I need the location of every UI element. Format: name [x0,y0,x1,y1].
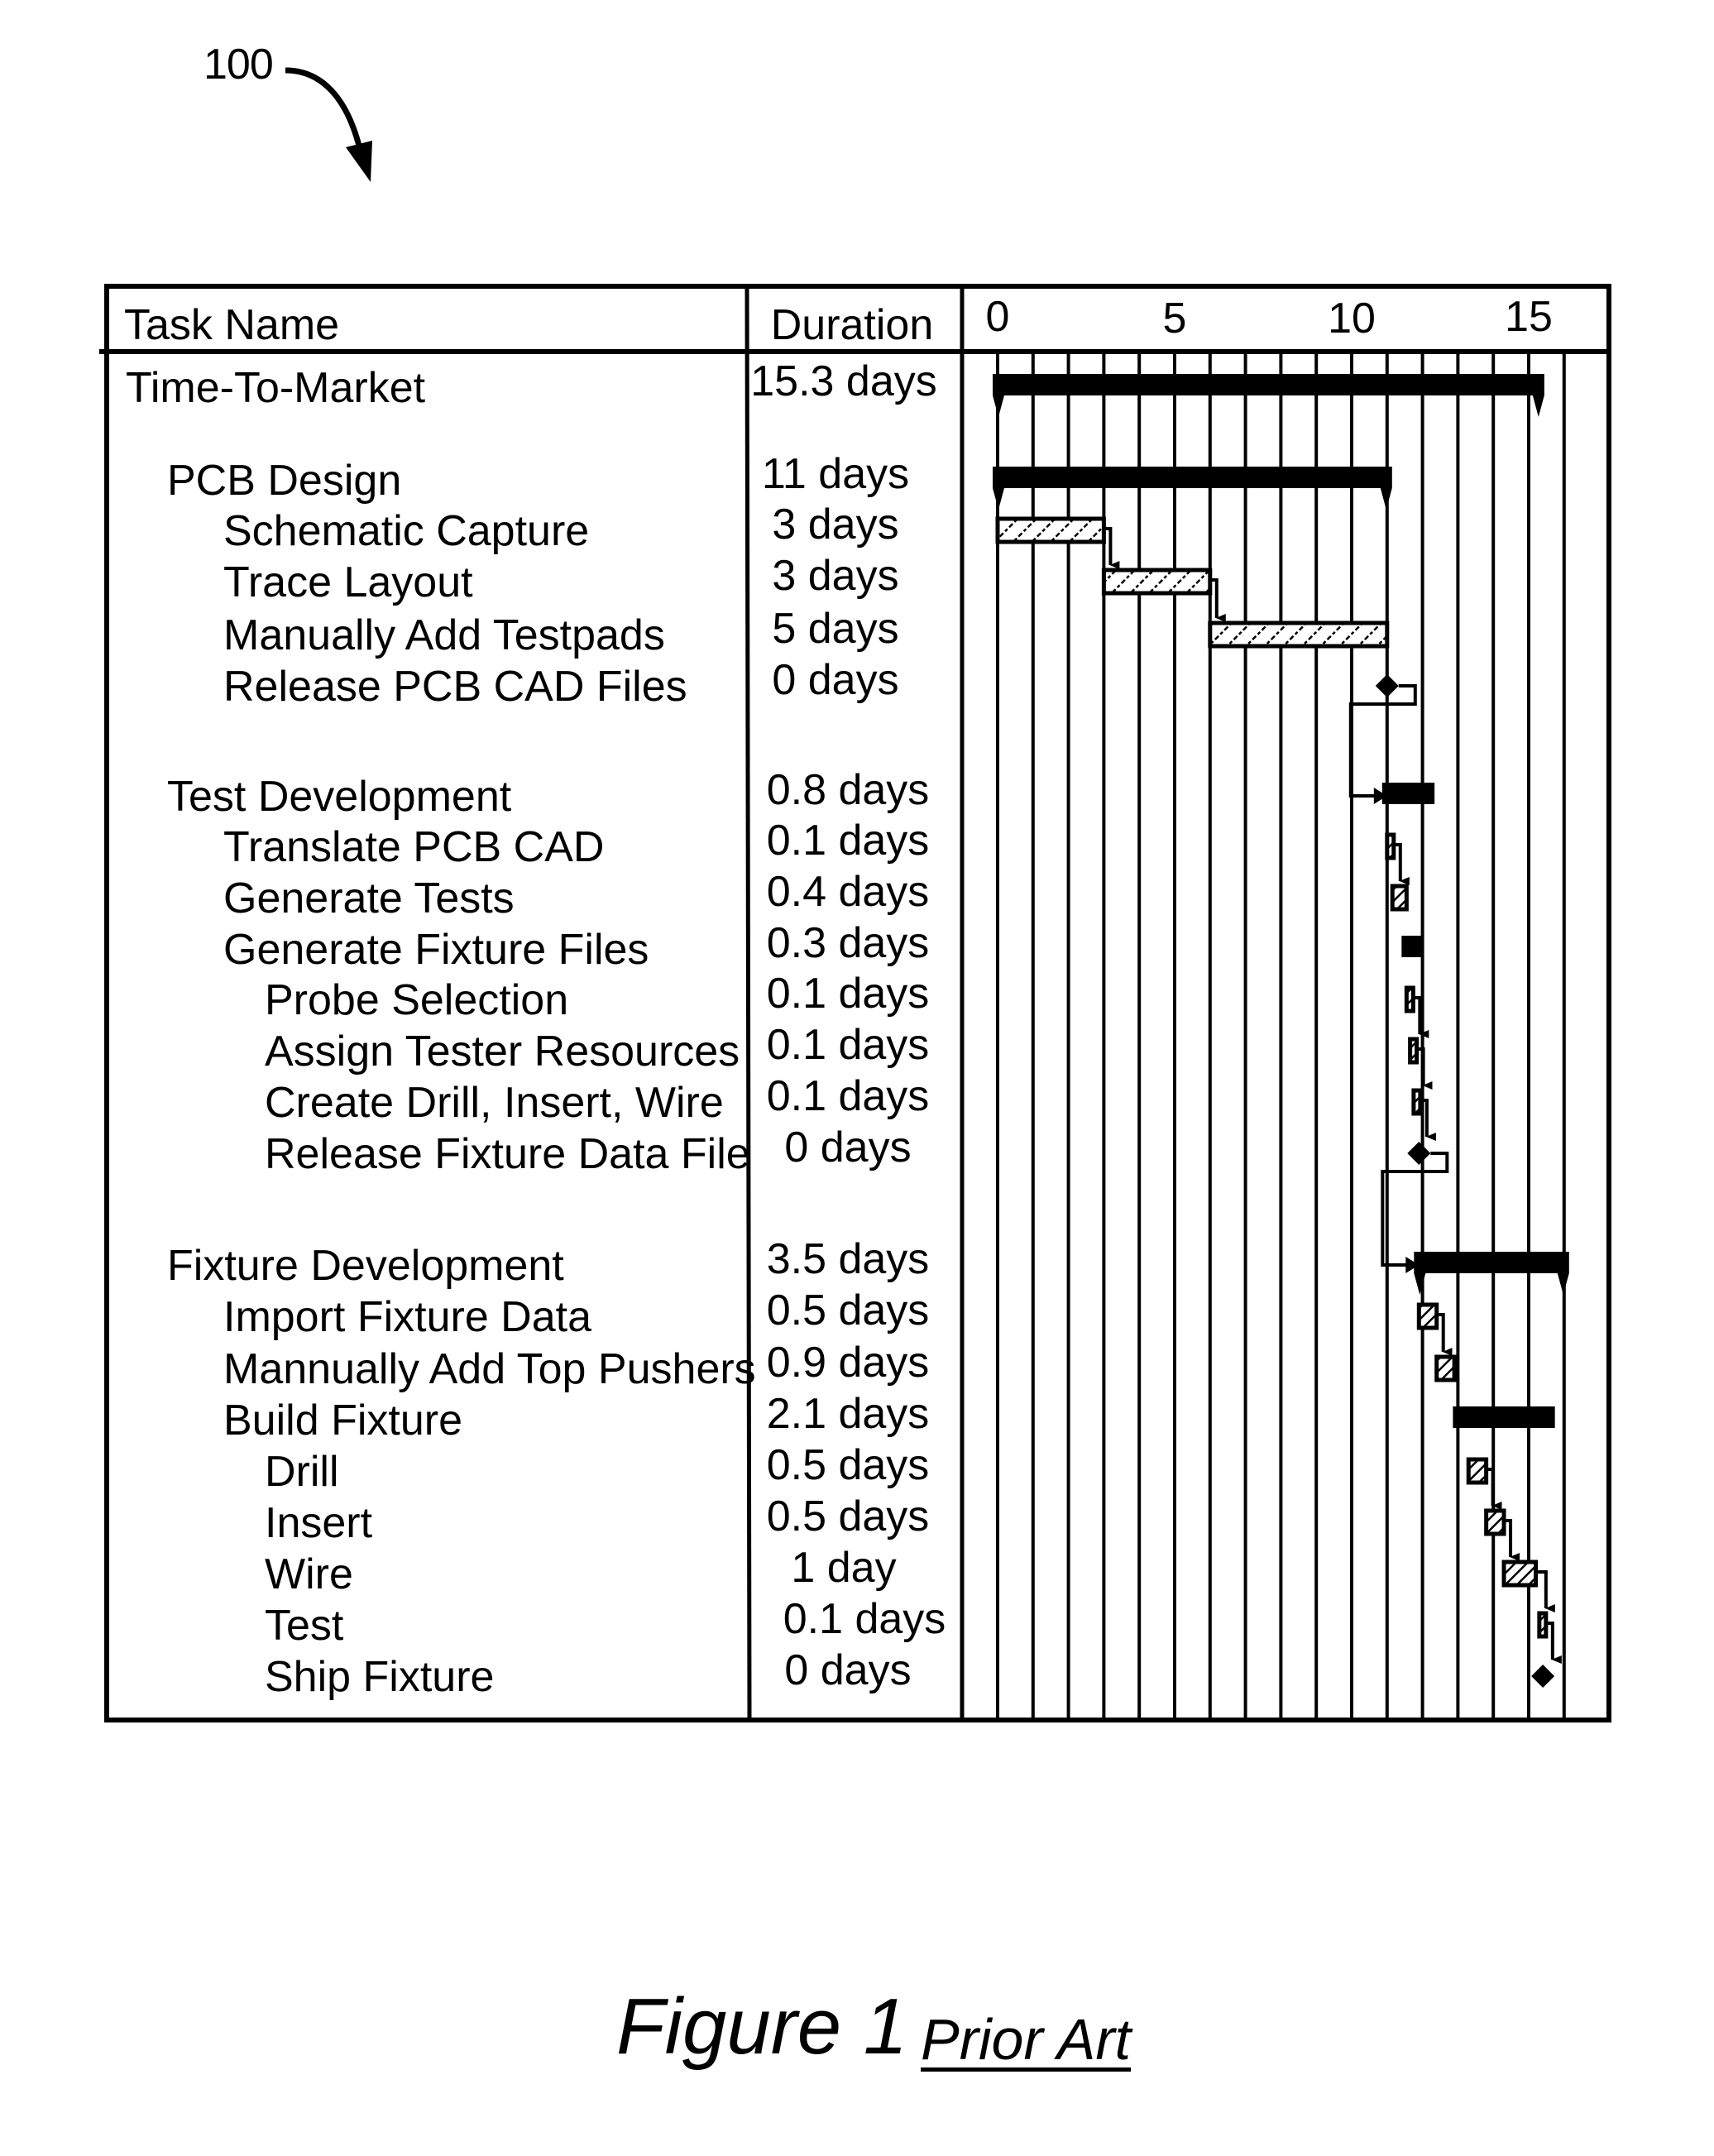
task-name: Release Fixture Data File [265,1130,750,1178]
task-duration: 3 days [772,552,898,600]
task-duration: 2.1 days [767,1390,930,1438]
task-name: Trace Layout [223,558,473,606]
task-duration: 1 day [791,1544,896,1592]
task-duration: 0.1 days [767,1072,930,1120]
task-duration: 3.5 days [767,1235,930,1283]
task-duration: 0.1 days [767,1021,930,1069]
task-name: Insert [265,1499,373,1547]
task-name: Generate Fixture Files [223,926,649,974]
test-to-fixture-link [1381,1152,1449,1267]
task-bar [1101,568,1213,596]
task-bar [995,516,1106,544]
task-name: Create Drill, Insert, Wire [265,1079,724,1127]
task-duration: 0.1 days [767,970,930,1018]
timeline-tick-5: 5 [1163,295,1187,343]
task-bar [1416,1302,1439,1330]
task-name: Schematic Capture [223,507,589,555]
task-duration: 0 days [784,1646,911,1694]
task-duration: 0.4 days [767,868,930,916]
task-duration: 0 days [784,1124,911,1171]
milestone-diamond-icon [1407,1142,1431,1165]
task-duration: 0.5 days [767,1286,930,1334]
timeline-gridlines [996,354,1566,1718]
task-name: PCB Design [167,457,401,505]
gantt-table: Task Name Duration 0 5 10 15 Time-To-Mar… [99,284,1611,1722]
task-name: Time-To-Market [126,364,426,412]
figure-caption: Figure 1 [616,1982,908,2071]
summary-start-cap-icon [993,395,1004,417]
task-duration: 15.3 days [750,357,937,405]
summary-bar [1381,783,1435,804]
task-bar [1385,832,1396,860]
timeline-tick-10: 10 [1328,295,1376,343]
task-name: Ship Fixture [265,1653,494,1701]
summary-start-cap-icon [993,488,1004,510]
task-name: Import Fixture Data [223,1293,591,1341]
header-duration: Duration [771,301,934,349]
task-name: Build Fixture [223,1397,462,1445]
prior-art-label: Prior Art [921,2007,1132,2072]
summary-bar [993,467,1392,488]
summary-bar [1453,1406,1555,1428]
task-duration: 0.9 days [767,1339,930,1387]
task-duration: 0.1 days [767,817,930,865]
timeline-tick-0: 0 [986,293,1010,341]
milestone-diamond-icon [1531,1665,1555,1688]
summary-end-cap-icon [1557,1273,1569,1295]
task-name: Translate PCB CAD [223,823,604,871]
task-duration: 0.1 days [783,1595,946,1643]
summary-bar [1401,936,1424,957]
task-name: Generate Tests [223,874,515,922]
summary-end-cap-icon [1380,488,1392,510]
pcb-to-test-link [1348,684,1417,798]
task-rows: Time-To-Market 15.3 days PCB Design 11 days… [126,357,946,1701]
task-duration: 0.5 days [767,1492,930,1540]
task-name: Manually Add Testpads [223,611,665,659]
task-name: Test [265,1602,344,1650]
task-name: Assign Tester Resources [265,1028,740,1076]
timeline-tick-15: 15 [1505,293,1553,341]
task-name: Drill [265,1448,339,1496]
task-bar [1208,620,1390,649]
summary-bar [1414,1252,1569,1273]
task-duration: 0 days [772,656,898,704]
task-name: Fixture Development [167,1242,564,1290]
task-bar [1404,985,1415,1013]
task-name: Release PCB CAD Files [223,663,687,711]
milestone-diamond-icon [1375,674,1399,697]
task-name: Mannually Add Top Pushers [223,1345,756,1393]
column-divider-duration [744,285,752,1721]
task-duration: 11 days [762,450,909,498]
task-name: Probe Selection [265,976,568,1024]
summary-bar [993,374,1544,395]
task-bar [1408,1037,1420,1065]
task-bar [1501,1560,1539,1588]
task-name: Wire [265,1550,353,1598]
task-bar [1411,1088,1423,1116]
task-duration: 0.3 days [767,919,930,967]
task-duration: 0.8 days [767,766,930,814]
header-task-name: Task Name [124,301,339,349]
task-bar [1434,1354,1457,1382]
task-bar [1484,1508,1506,1536]
task-bar [1390,884,1409,912]
summary-end-cap-icon [1532,395,1544,417]
task-duration: 0.5 days [767,1441,930,1489]
task-duration: 5 days [772,605,898,653]
task-duration: 3 days [772,501,898,549]
task-bar [1537,1611,1549,1639]
task-name: Test Development [167,773,512,821]
task-bar [1466,1457,1489,1485]
